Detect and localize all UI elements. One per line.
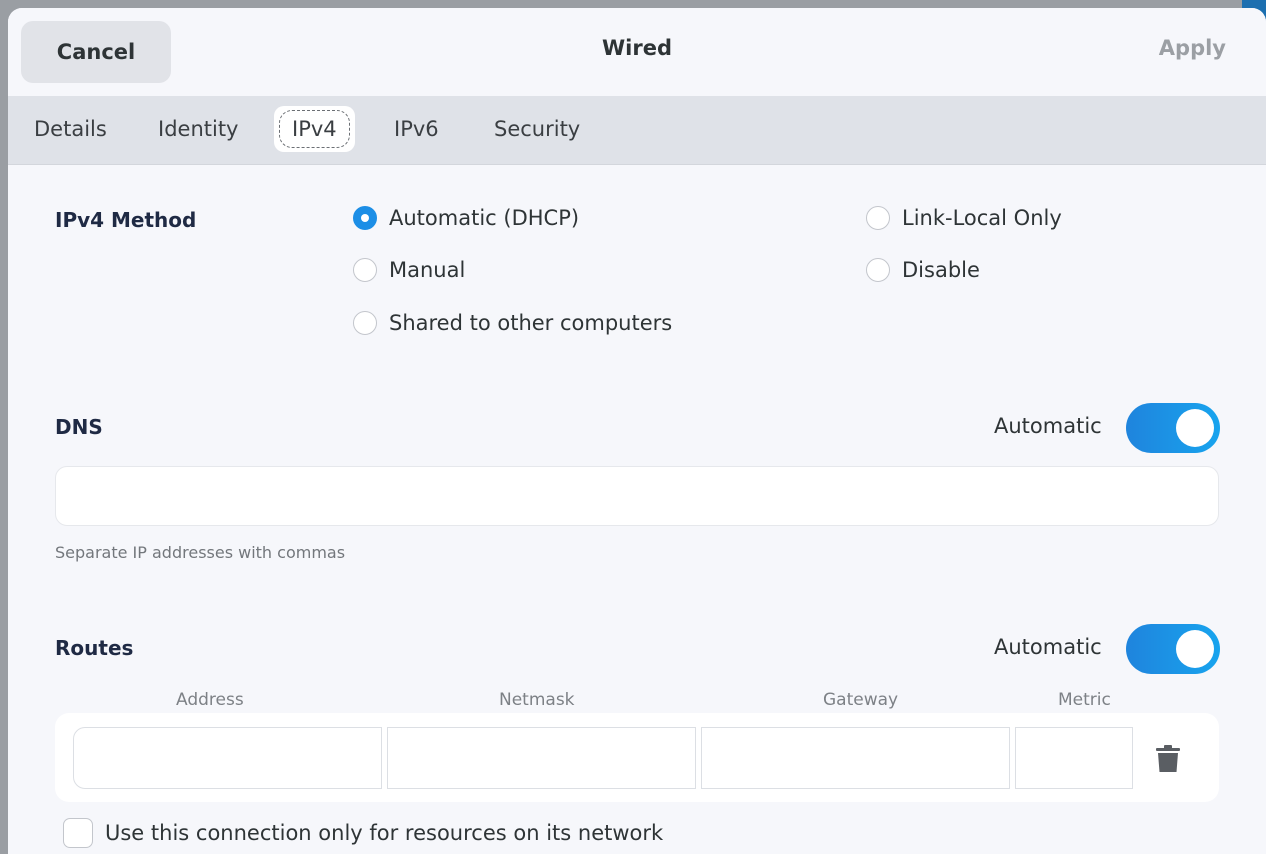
tab-label: Identity [158, 117, 239, 141]
column-header-address: Address [176, 690, 244, 710]
tab-bar: Details Identity IPv4 IPv6 Security [8, 96, 1266, 165]
radio-manual[interactable]: Manual [353, 258, 465, 282]
radio-label: Link-Local Only [902, 206, 1062, 230]
dns-input[interactable] [55, 466, 1219, 526]
only-resources-checkbox-row[interactable]: Use this connection only for resources o… [63, 818, 663, 848]
radio-label: Automatic (DHCP) [389, 206, 580, 230]
column-header-gateway: Gateway [823, 690, 899, 710]
tab-ipv4[interactable]: IPv4 [274, 106, 355, 152]
radio-label: Manual [389, 258, 466, 282]
dns-automatic-label: Automatic [994, 414, 1102, 438]
dns-label: DNS [55, 415, 103, 439]
dns-automatic-toggle[interactable] [1126, 403, 1220, 453]
route-address-input[interactable] [73, 727, 382, 789]
radio-unchecked-icon [353, 258, 377, 282]
radio-automatic-dhcp[interactable]: Automatic (DHCP) [353, 206, 579, 230]
route-netmask-input[interactable] [387, 727, 696, 789]
checkbox-unchecked-icon[interactable] [63, 818, 93, 848]
tab-ipv6[interactable]: IPv6 [394, 106, 439, 152]
dialog-header: Cancel Wired Apply [8, 8, 1266, 96]
column-header-metric: Metric [1058, 690, 1111, 710]
radio-link-local-only[interactable]: Link-Local Only [866, 206, 1062, 230]
route-metric-input[interactable] [1015, 727, 1133, 789]
apply-button[interactable]: Apply [1159, 36, 1226, 60]
radio-unchecked-icon [353, 311, 377, 335]
column-header-netmask: Netmask [499, 690, 575, 710]
routes-automatic-label: Automatic [994, 635, 1102, 659]
dialog-title: Wired [602, 36, 672, 60]
routes-automatic-toggle[interactable] [1126, 624, 1220, 674]
tab-label: IPv6 [394, 117, 439, 141]
dns-hint: Separate IP addresses with commas [55, 543, 346, 562]
radio-label: Disable [902, 258, 980, 282]
radio-unchecked-icon [866, 258, 890, 282]
tab-label: IPv4 [279, 110, 350, 148]
tab-label: Details [34, 117, 107, 141]
route-gateway-input[interactable] [701, 727, 1010, 789]
routes-label: Routes [55, 636, 134, 660]
radio-checked-icon [353, 206, 377, 230]
tab-label: Security [494, 117, 581, 141]
tab-security[interactable]: Security [494, 106, 580, 152]
tab-details[interactable]: Details [34, 106, 107, 152]
trash-icon[interactable] [1155, 745, 1181, 773]
radio-shared[interactable]: Shared to other computers [353, 311, 672, 335]
radio-unchecked-icon [866, 206, 890, 230]
radio-label: Shared to other computers [389, 311, 673, 335]
tab-identity[interactable]: Identity [158, 106, 238, 152]
routes-row-card [55, 713, 1219, 802]
radio-disable[interactable]: Disable [866, 258, 980, 282]
only-resources-label: Use this connection only for resources o… [105, 821, 664, 845]
ipv4-method-label: IPv4 Method [55, 208, 197, 232]
wired-settings-dialog: Cancel Wired Apply Details Identity IPv4… [8, 8, 1266, 854]
